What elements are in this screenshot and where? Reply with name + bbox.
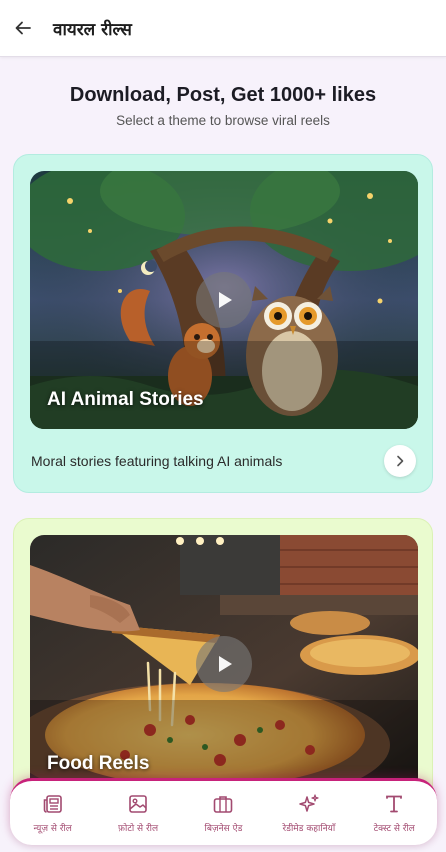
nav-item-readymade-stories[interactable]: रेडीमेड कहानियाँ xyxy=(267,792,351,834)
theme-thumbnail[interactable]: Food Reels xyxy=(30,535,418,793)
play-icon xyxy=(219,656,232,672)
nav-item-news-to-reel[interactable]: न्यूज़ से रील xyxy=(11,792,95,834)
nav-item-text-to-reel[interactable]: टेक्स्ट से रील xyxy=(352,792,436,834)
open-theme-button[interactable] xyxy=(384,445,416,477)
nav-label: टेक्स्ट से रील xyxy=(373,824,415,834)
nav-item-photo-to-reel[interactable]: फ़ोटो से रील xyxy=(96,792,180,834)
nav-label: फ़ोटो से रील xyxy=(118,824,159,834)
play-icon xyxy=(219,292,232,308)
nav-label: बिज़नेस ऐड xyxy=(204,824,243,834)
page-title: वायरल रील्स xyxy=(53,19,132,40)
newspaper-icon xyxy=(43,795,62,813)
nav-label: रेडीमेड कहानियाँ xyxy=(282,824,336,834)
play-button[interactable] xyxy=(196,272,252,328)
app-bar: वायरल रील्स xyxy=(0,0,446,57)
nav-label: न्यूज़ से रील xyxy=(33,824,72,834)
theme-title: AI Animal Stories xyxy=(47,389,204,410)
headline: Download, Post, Get 1000+ likes xyxy=(69,84,377,106)
theme-thumbnail[interactable]: AI Animal Stories xyxy=(30,171,418,429)
text-t-icon xyxy=(386,795,403,813)
briefcase-icon xyxy=(214,796,233,813)
theme-card-ai-animal-stories[interactable]: AI Animal Stories Moral stories featurin… xyxy=(13,154,433,493)
theme-description: Moral stories featuring talking AI anima… xyxy=(31,453,283,469)
arrow-left-icon xyxy=(15,21,31,35)
back-button[interactable] xyxy=(3,8,43,48)
bottom-navigation: न्यूज़ से रील फ़ोटो से रील बिज़नेस ऐड रे… xyxy=(10,778,437,845)
sparkles-icon xyxy=(299,794,319,812)
subheadline: Select a theme to browse viral reels xyxy=(116,113,330,128)
image-icon xyxy=(129,795,147,813)
intro-header: Download, Post, Get 1000+ likes Select a… xyxy=(0,84,446,128)
chevron-right-icon xyxy=(397,455,404,467)
nav-item-business-ad[interactable]: बिज़नेस ऐड xyxy=(181,792,265,834)
play-button[interactable] xyxy=(196,636,252,692)
theme-title: Food Reels xyxy=(47,753,150,774)
